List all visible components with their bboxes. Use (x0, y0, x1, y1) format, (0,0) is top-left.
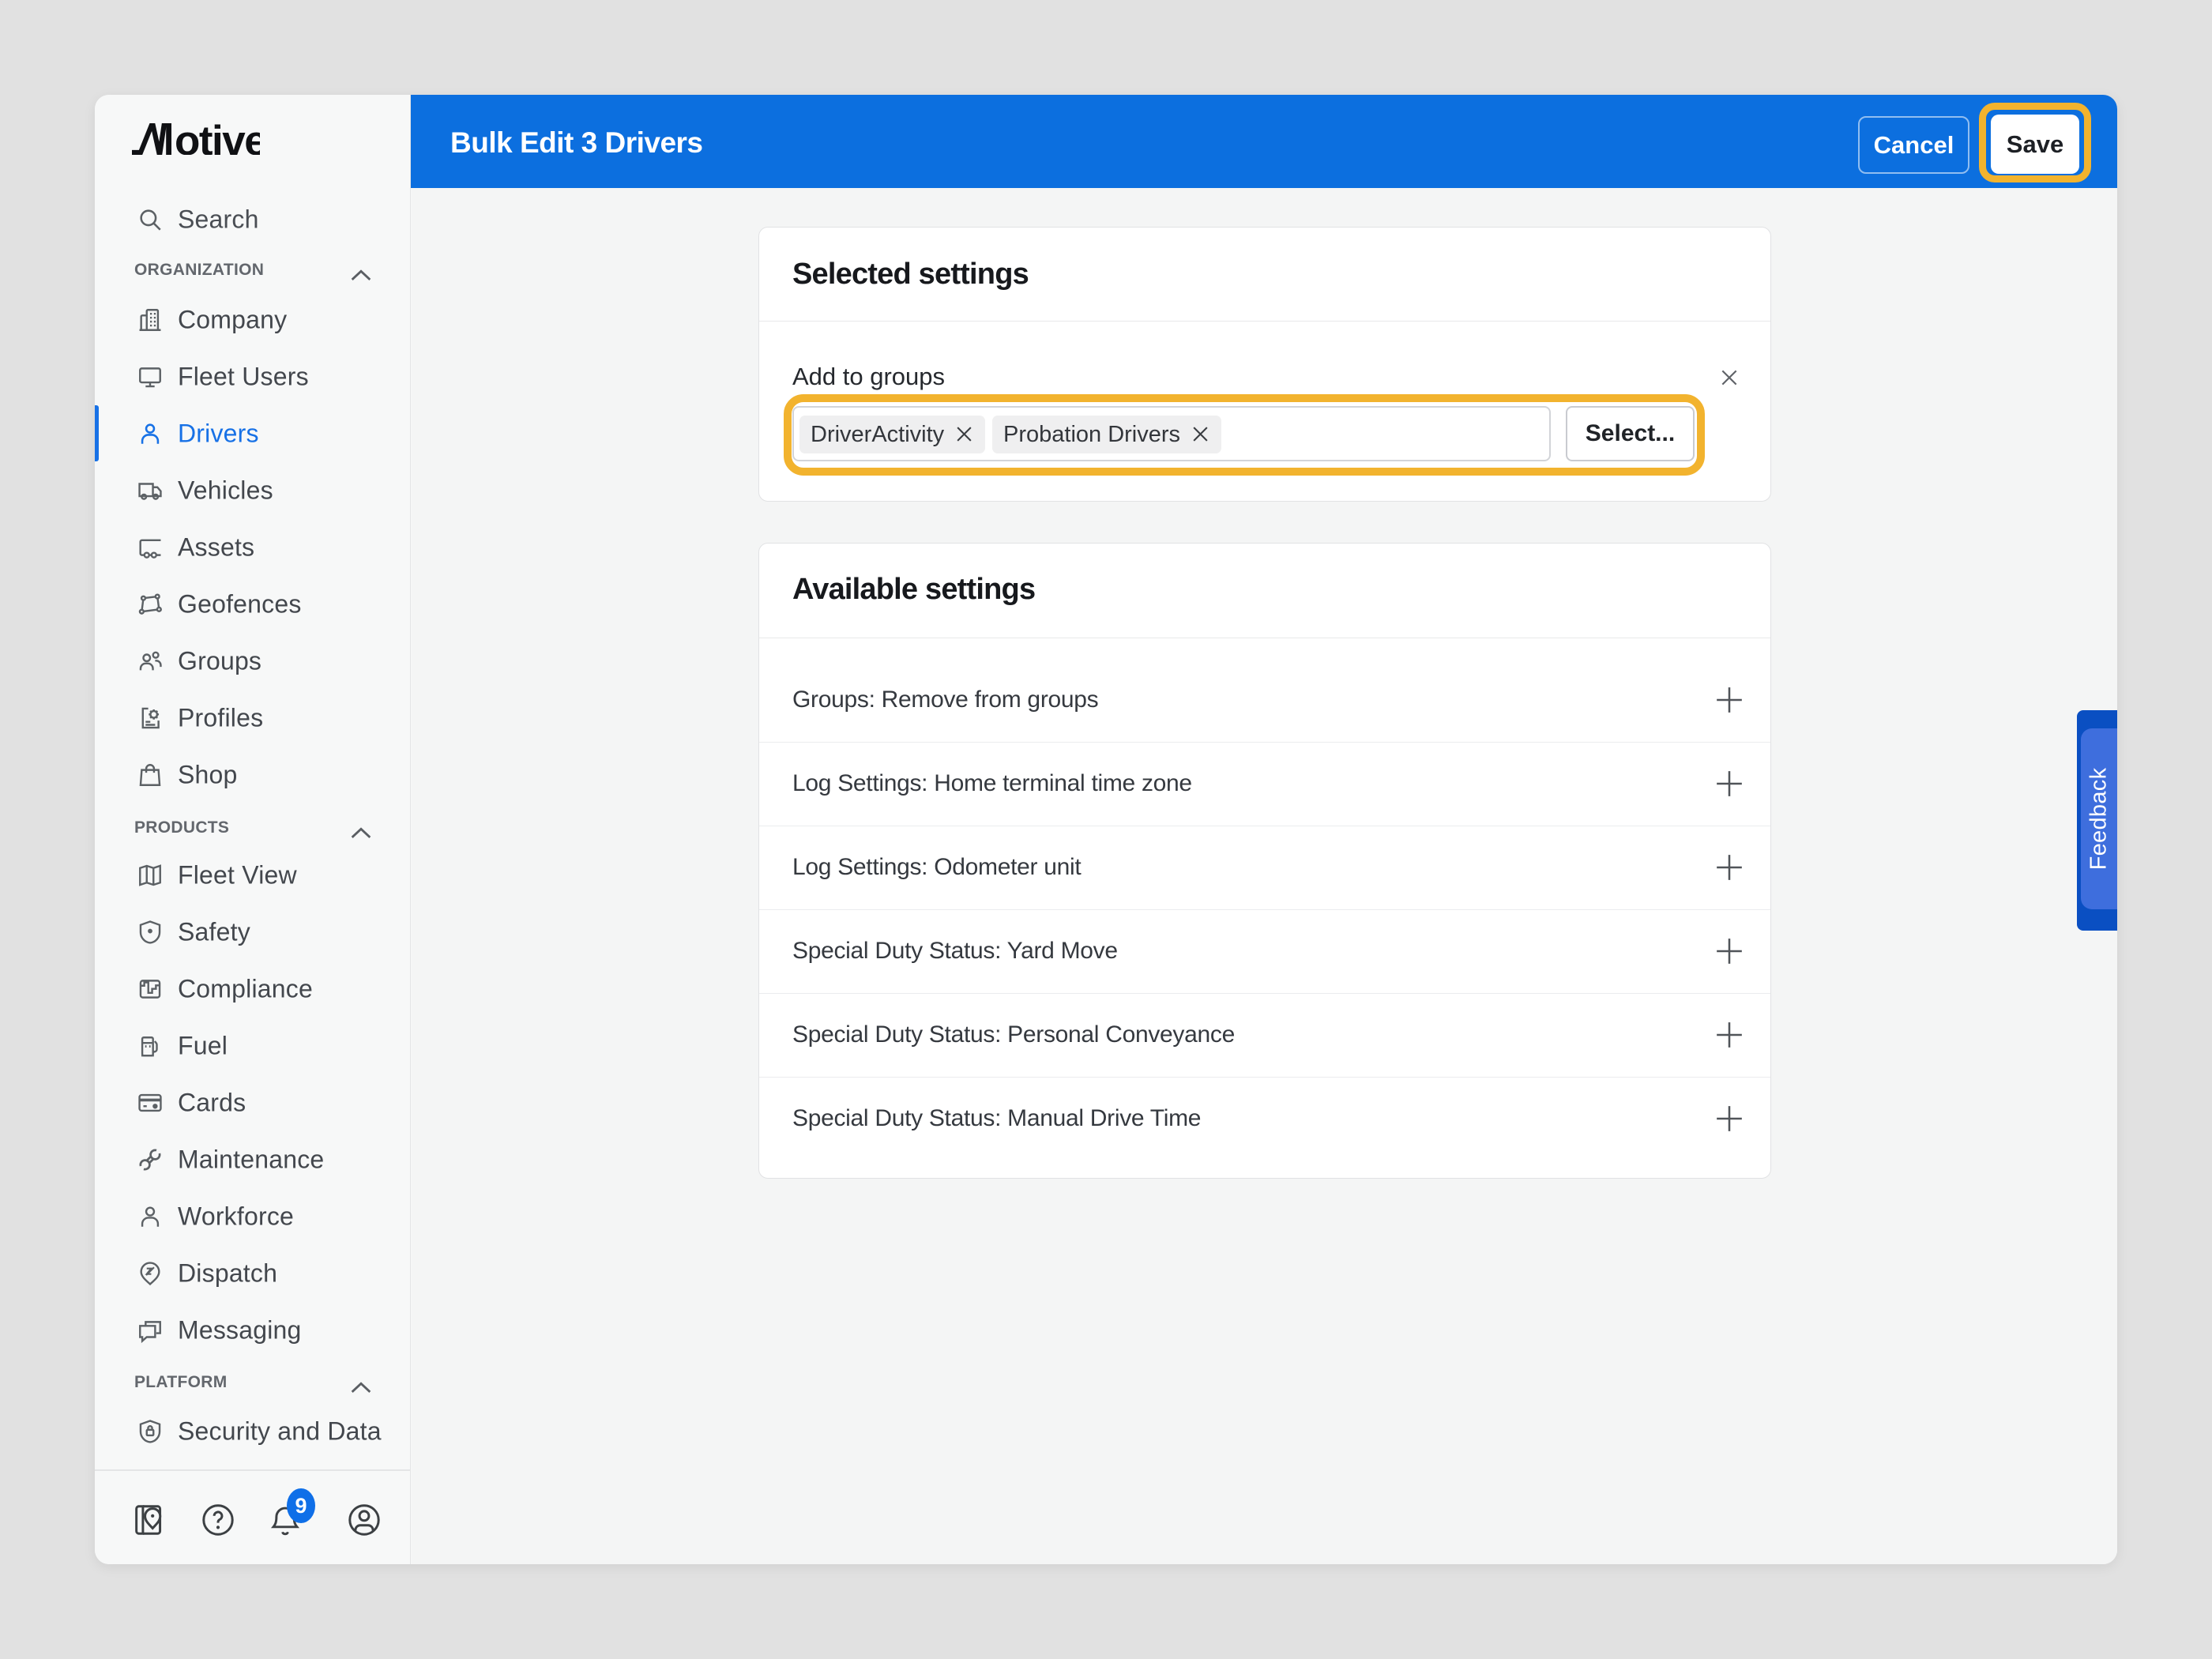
svg-text:otive: otive (175, 123, 260, 155)
